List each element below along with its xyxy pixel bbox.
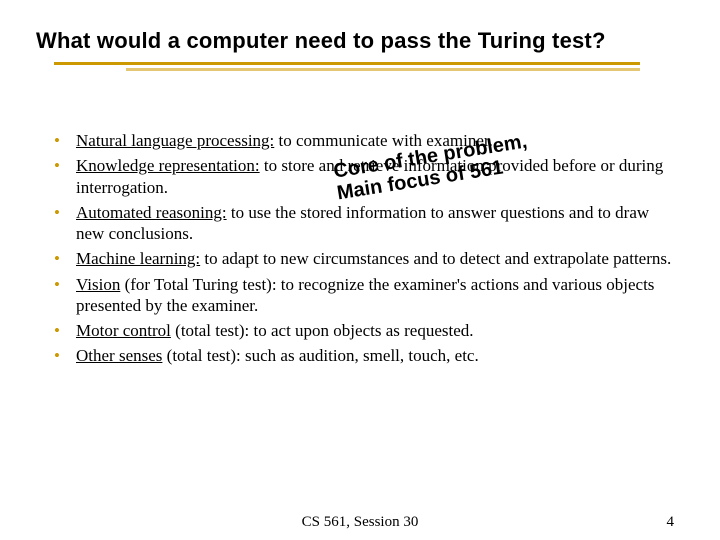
bullet-icon: • <box>54 130 76 151</box>
footer-center: CS 561, Session 30 <box>302 514 419 531</box>
list-item: • Natural language processing: to commun… <box>54 130 674 151</box>
bullet-icon: • <box>54 345 76 366</box>
page-number: 4 <box>667 514 675 531</box>
list-item-text: Automated reasoning: to use the stored i… <box>76 202 674 245</box>
list-item-text: Vision (for Total Turing test): to recog… <box>76 274 674 317</box>
list-item-text: Other senses (total test): such as audit… <box>76 345 674 366</box>
list-item: • Other senses (total test): such as aud… <box>54 345 674 366</box>
bullet-icon: • <box>54 320 76 341</box>
list-item-text: Machine learning: to adapt to new circum… <box>76 248 674 269</box>
bullet-icon: • <box>54 248 76 269</box>
bullet-icon: • <box>54 202 76 223</box>
list-item-text: Motor control (total test): to act upon … <box>76 320 674 341</box>
list-item-text: Natural language processing: to communic… <box>76 130 674 151</box>
slide-title: What would a computer need to pass the T… <box>36 28 684 54</box>
list-item: • Vision (for Total Turing test): to rec… <box>54 274 674 317</box>
bullet-icon: • <box>54 274 76 295</box>
list-item: • Motor control (total test): to act upo… <box>54 320 674 341</box>
bullet-icon: • <box>54 155 76 176</box>
list-item: • Automated reasoning: to use the stored… <box>54 202 674 245</box>
title-underline <box>54 62 640 76</box>
list-item: • Machine learning: to adapt to new circ… <box>54 248 674 269</box>
